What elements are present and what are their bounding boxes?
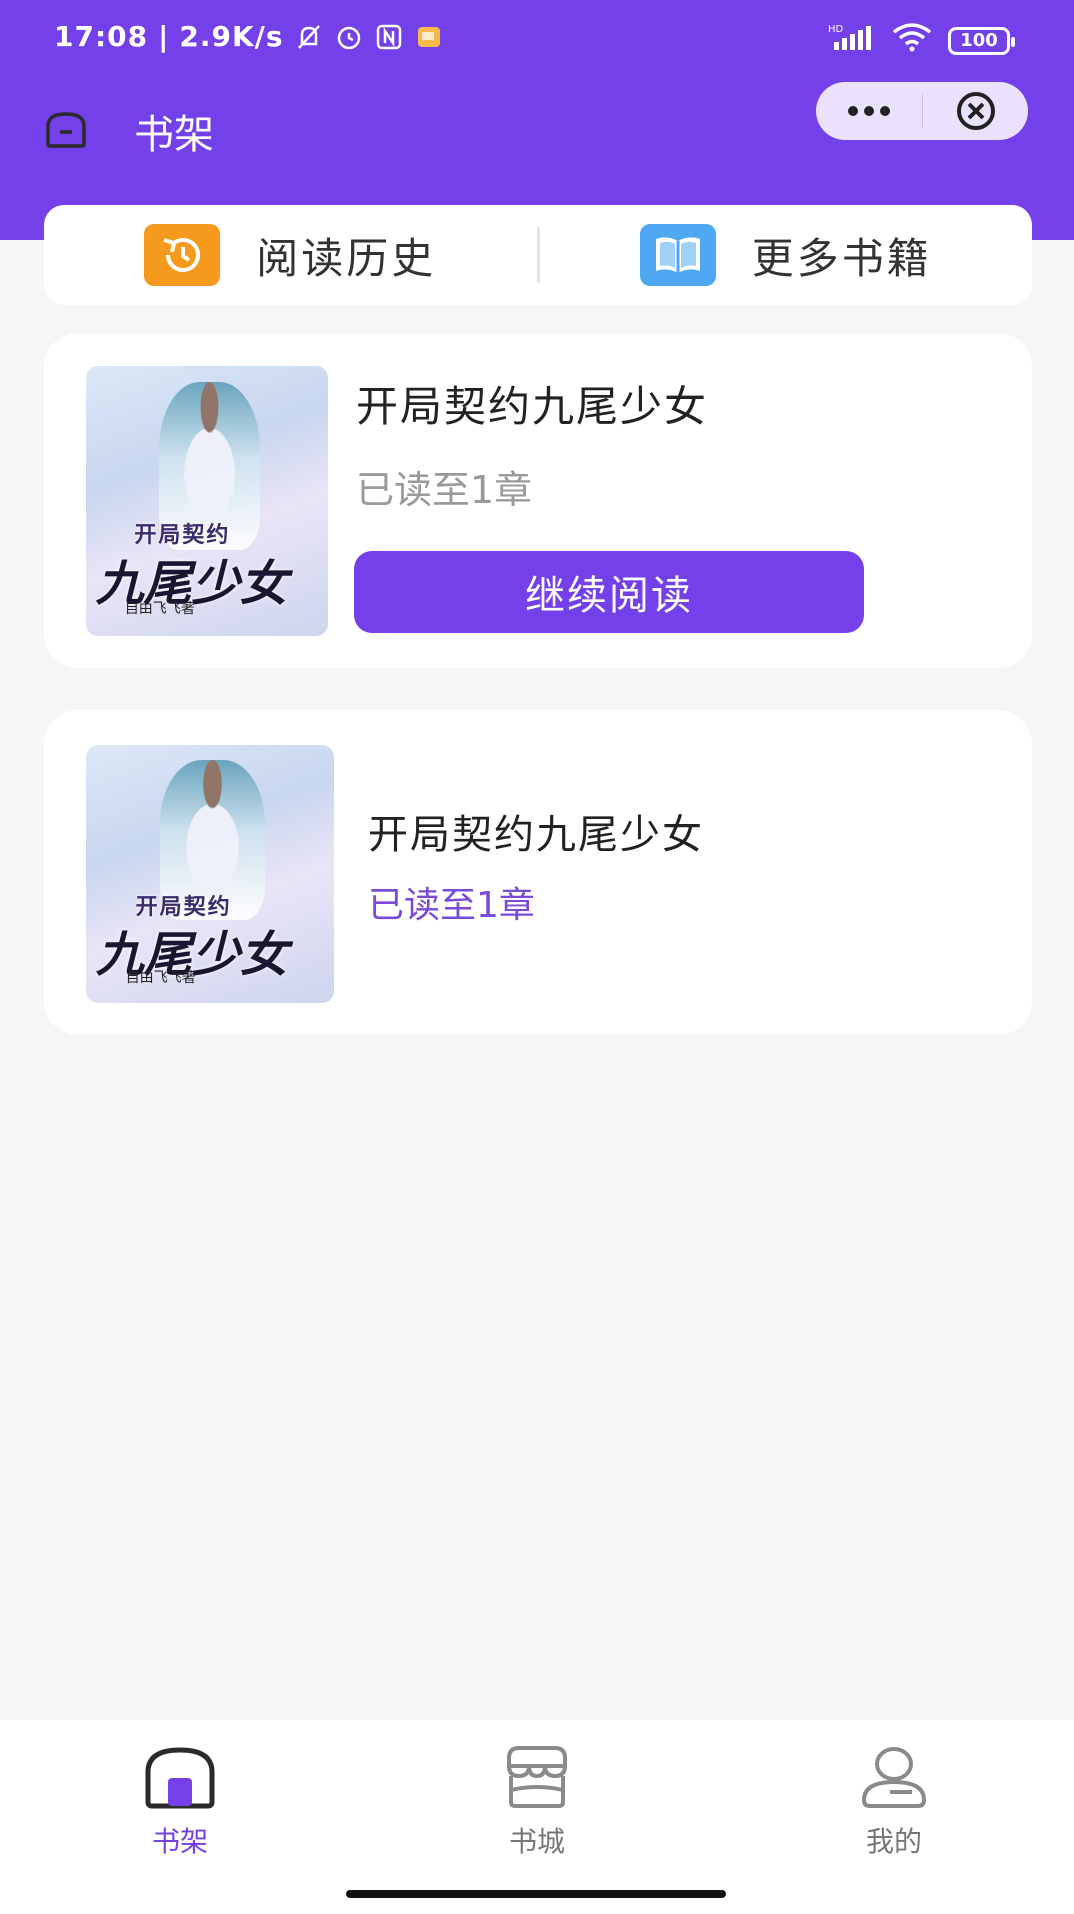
tab-bookstore[interactable]: 书城 [437, 1744, 637, 1874]
bookstore-icon [507, 1746, 567, 1808]
history-icon [144, 224, 221, 286]
tab-bookshelf[interactable]: 书架 [80, 1744, 280, 1874]
status-separator: | [158, 20, 170, 53]
notification-app-icon [414, 22, 444, 52]
status-right: HD 100 [828, 22, 1015, 59]
bottom-tab-bar: 书架 书城 我的 [0, 1720, 1074, 1914]
status-bar: 17:08 | 2.9K/s HD 100 [0, 0, 1074, 80]
status-time: 17:08 [54, 20, 149, 53]
reading-progress: 已读至1章 [356, 468, 533, 512]
tab-label: 书城 [508, 1825, 565, 1858]
bookshelf-icon [145, 1747, 215, 1809]
reading-history-label: 阅读历史 [256, 233, 437, 283]
more-books-label: 更多书籍 [751, 233, 932, 283]
cover-author: 自由飞飞著 [125, 969, 196, 986]
miniprogram-capsule [816, 82, 1028, 140]
continue-reading-button[interactable]: 继续阅读 [354, 551, 864, 633]
alarm-icon [334, 22, 364, 52]
book-title: 开局契约九尾少女 [356, 382, 709, 431]
nfc-icon [374, 22, 404, 52]
reading-history-button[interactable]: 阅读历史 [44, 205, 537, 305]
user-icon [861, 1747, 927, 1808]
tab-profile[interactable]: 我的 [794, 1744, 994, 1874]
status-network-speed: 2.9K/s [179, 20, 284, 53]
open-book-icon [639, 224, 716, 286]
more-dots-icon [848, 106, 890, 116]
more-books-button[interactable]: 更多书籍 [540, 205, 1033, 305]
quick-actions-bar: 阅读历史 更多书籍 [44, 205, 1032, 305]
home-icon[interactable] [44, 110, 88, 150]
book-card[interactable]: 开局契约 九尾少女 自由飞飞著 开局契约九尾少女 已读至1章 [44, 710, 1032, 1035]
reading-progress: 已读至1章 [368, 885, 535, 926]
status-left: 17:08 | 2.9K/s [54, 20, 444, 53]
page-title: 书架 [134, 112, 214, 158]
book-cover[interactable]: 开局契约 九尾少女 自由飞飞著 [86, 745, 334, 1003]
close-miniprogram-button[interactable] [923, 82, 1028, 140]
book-card[interactable]: 开局契约 九尾少女 自由飞飞著 开局契约九尾少女 已读至1章 继续阅读 [44, 333, 1032, 668]
mute-bell-icon [294, 22, 324, 52]
close-circle-icon [956, 92, 995, 130]
home-indicator[interactable] [346, 1890, 726, 1898]
battery-indicator: 100 [948, 26, 1015, 55]
tab-label: 我的 [865, 1825, 922, 1858]
book-cover[interactable]: 开局契约 九尾少女 自由飞飞著 [86, 366, 328, 636]
tab-label: 书架 [151, 1825, 208, 1858]
book-title: 开局契约九尾少女 [368, 812, 704, 858]
cover-author: 自由飞飞著 [124, 601, 195, 618]
signal-icon: HD [828, 22, 876, 59]
more-options-button[interactable] [816, 82, 922, 140]
wifi-icon [890, 22, 934, 59]
svg-text:HD: HD [828, 24, 844, 35]
